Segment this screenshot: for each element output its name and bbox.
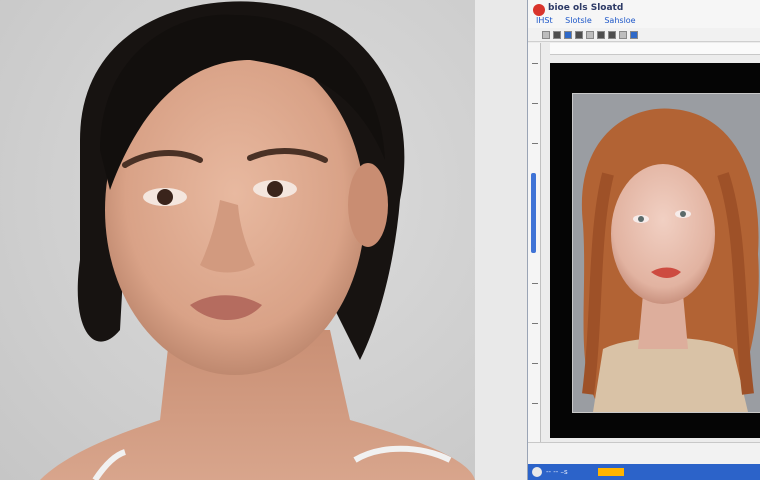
title-bar: bioe ols Sloatd IHSt Slotsle Sahsloe [528,0,760,29]
menu-bar: IHSt Slotsle Sahsloe [536,16,646,25]
image-icon[interactable] [575,30,583,39]
menu-item-1[interactable]: IHSt [536,16,553,25]
app-logo-icon [533,4,545,16]
zoom-icon[interactable] [630,30,638,39]
horizontal-ruler [550,43,760,55]
toolbar [528,28,760,42]
document-icon[interactable] [542,30,550,39]
menu-item-2[interactable]: Slotsle [565,16,592,25]
status-bar [528,442,760,465]
window-title: bioe ols Sloatd [548,3,624,13]
start-button-icon[interactable] [532,467,542,477]
menu-item-3[interactable]: Sahsloe [604,16,635,25]
portrait-photo-left [0,0,475,480]
layers-icon[interactable] [586,30,594,39]
canvas-photo [572,93,760,413]
taskbar-app-button[interactable] [597,468,624,476]
taskbar-label: -- -- –s [546,468,568,476]
text-icon[interactable] [608,30,616,39]
scrollbar-thumb[interactable] [531,173,536,253]
crop-icon[interactable] [619,30,627,39]
taskbar: -- -- –s [528,464,760,480]
background-gap [475,0,527,480]
vertical-scrollbar[interactable] [528,43,541,463]
save-icon[interactable] [564,30,572,39]
brush-icon[interactable] [597,30,605,39]
open-icon[interactable] [553,30,561,39]
